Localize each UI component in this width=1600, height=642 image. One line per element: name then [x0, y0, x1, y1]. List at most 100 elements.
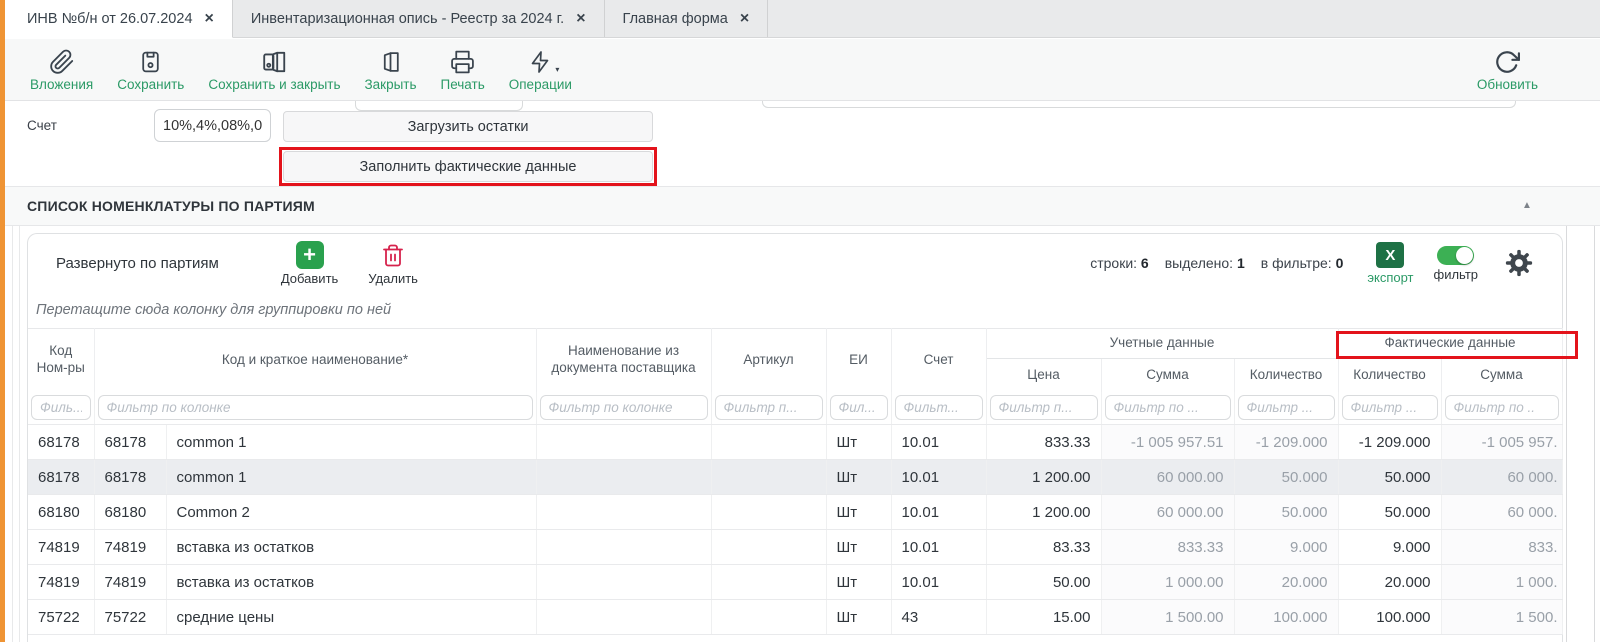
cell: 74819	[94, 530, 166, 565]
table-row[interactable]: 75722 75722 средние цены Шт 43 15.00 1 5…	[28, 600, 1562, 635]
fill-actual-data-button[interactable]: Заполнить фактические данные	[283, 151, 653, 182]
save-and-close-icon	[261, 47, 288, 75]
tab-label: ИНВ №б/н от 26.07.2024	[27, 11, 193, 27]
trash-icon	[381, 241, 405, 269]
lightning-icon: ▾	[528, 47, 552, 75]
cell: 1 200.00	[986, 495, 1101, 530]
tab-main-form[interactable]: Главная форма ×	[605, 0, 769, 37]
filter-input[interactable]	[1105, 395, 1231, 420]
filter-input[interactable]	[715, 395, 823, 420]
toolbar-label: Закрыть	[365, 78, 417, 92]
table-row[interactable]: 74819 74819 вставка из остатков Шт 10.01…	[28, 565, 1562, 600]
toolbar-label: Вложения	[30, 78, 93, 92]
filter-input[interactable]	[1445, 395, 1559, 420]
table-row[interactable]: 68178 68178 common 1 Шт 10.01 833.33 -1 …	[28, 425, 1562, 460]
tab-document[interactable]: ИНВ №б/н от 26.07.2024 ×	[5, 0, 233, 38]
cell: 74819	[28, 530, 94, 565]
filter-input[interactable]	[98, 395, 533, 420]
attachments-button[interactable]: Вложения	[30, 47, 93, 92]
column-header-code-name[interactable]: Код и краткое наименование*	[94, 329, 536, 392]
excel-icon: X	[1376, 242, 1404, 268]
cell	[711, 425, 826, 460]
cell: 9.000	[1338, 530, 1441, 565]
filter-toggle[interactable]: фильтр	[1434, 246, 1478, 281]
operations-button[interactable]: ▾ Операции	[509, 47, 572, 92]
cell: 50.00	[986, 565, 1101, 600]
nomenclature-table: Код Ном-ры Код и краткое наименование* Н…	[28, 328, 1563, 635]
column-header-price[interactable]: Цена	[986, 359, 1101, 392]
toggle-on-icon	[1437, 246, 1474, 265]
cell: Шт	[826, 530, 891, 565]
column-header-qty-actual[interactable]: Количество	[1338, 359, 1441, 392]
column-header-sum-accounting[interactable]: Сумма	[1101, 359, 1234, 392]
column-header-unit[interactable]: ЕИ	[826, 329, 891, 392]
collapse-arrow-icon[interactable]: ▲	[1522, 200, 1532, 211]
cell: 1 000.	[1441, 565, 1562, 600]
table-row[interactable]: 74819 74819 вставка из остатков Шт 10.01…	[28, 530, 1562, 565]
cell: 15.00	[986, 600, 1101, 635]
cell: 50.000	[1338, 495, 1441, 530]
save-icon	[138, 47, 163, 75]
settings-button[interactable]	[1504, 248, 1534, 278]
column-header-article[interactable]: Артикул	[711, 329, 826, 392]
print-button[interactable]: Печать	[441, 47, 485, 92]
filter-input[interactable]	[1342, 395, 1438, 420]
excel-export-button[interactable]: X экспорт	[1367, 242, 1413, 284]
column-header-account[interactable]: Счет	[891, 329, 986, 392]
cell: 10.01	[891, 460, 986, 495]
filter-input[interactable]	[895, 395, 983, 420]
group-drop-hint: Перетащите сюда колонку для группировки …	[28, 292, 1562, 328]
app-window: ИНВ №б/н от 26.07.2024 × Инвентаризацион…	[0, 0, 1600, 642]
cell: вставка из остатков	[166, 565, 536, 600]
cell: common 1	[166, 425, 536, 460]
load-balances-button[interactable]: Загрузить остатки	[283, 111, 653, 142]
save-button[interactable]: Сохранить	[117, 47, 184, 92]
table-row-selected[interactable]: 68178 68178 common 1 Шт 10.01 1 200.00 6…	[28, 460, 1562, 495]
filtered-count: в фильтре: 0	[1261, 255, 1344, 271]
document-form: Счет Загрузить остатки Заполнить фактиче…	[0, 101, 1600, 186]
filter-input[interactable]	[830, 395, 888, 420]
column-header-supplier-name[interactable]: Наименование из документа поставщика	[536, 329, 711, 392]
refresh-button[interactable]: Обновить	[1477, 47, 1538, 92]
section-title: СПИСОК НОМЕНКЛАТУРЫ ПО ПАРТИЯМ	[27, 198, 315, 214]
tab-register[interactable]: Инвентаризационная опись - Реестр за 202…	[233, 0, 605, 37]
cell: 68180	[28, 495, 94, 530]
left-accent-stripe	[0, 0, 5, 642]
cell	[711, 530, 826, 565]
cell	[536, 530, 711, 565]
cell	[536, 425, 711, 460]
nomenclature-panel: Развернуто по партиям + Добавить Удалить…	[27, 233, 1563, 642]
filter-input[interactable]	[1238, 395, 1335, 420]
delete-row-button[interactable]: Удалить	[368, 241, 418, 285]
close-icon[interactable]: ×	[740, 11, 749, 27]
add-row-button[interactable]: + Добавить	[281, 241, 338, 285]
column-header-qty-accounting[interactable]: Количество	[1234, 359, 1338, 392]
filter-input[interactable]	[31, 395, 91, 420]
cell: 1 500.	[1441, 600, 1562, 635]
cell: 10.01	[891, 565, 986, 600]
section-header: СПИСОК НОМЕНКЛАТУРЫ ПО ПАРТИЯМ ▲	[0, 186, 1600, 226]
filter-input[interactable]	[540, 395, 708, 420]
selected-count: выделено: 1	[1165, 255, 1245, 271]
cell: 60 000.	[1441, 495, 1562, 530]
cell: вставка из остатков	[166, 530, 536, 565]
cell: 10.01	[891, 495, 986, 530]
cell: 68178	[28, 425, 94, 460]
close-button[interactable]: Закрыть	[365, 47, 417, 92]
account-input[interactable]	[154, 109, 271, 142]
column-header-sum-actual[interactable]: Сумма	[1441, 359, 1562, 392]
cell: 20.000	[1234, 565, 1338, 600]
close-icon[interactable]: ×	[576, 11, 585, 27]
cell: 68178	[94, 425, 166, 460]
table-row[interactable]: 68180 68180 Common 2 Шт 10.01 1 200.00 6…	[28, 495, 1562, 530]
save-and-close-button[interactable]: Сохранить и закрыть	[208, 47, 340, 92]
cell	[536, 565, 711, 600]
cell: 100.000	[1338, 600, 1441, 635]
group-header-accounting: Учетные данные	[986, 329, 1338, 359]
grid-toolbar: Развернуто по партиям + Добавить Удалить…	[28, 234, 1562, 292]
close-icon[interactable]: ×	[205, 11, 214, 27]
cell	[711, 600, 826, 635]
cell: 100.000	[1234, 600, 1338, 635]
column-header-code-nom[interactable]: Код Ном-ры	[28, 329, 94, 392]
filter-input[interactable]	[990, 395, 1098, 420]
